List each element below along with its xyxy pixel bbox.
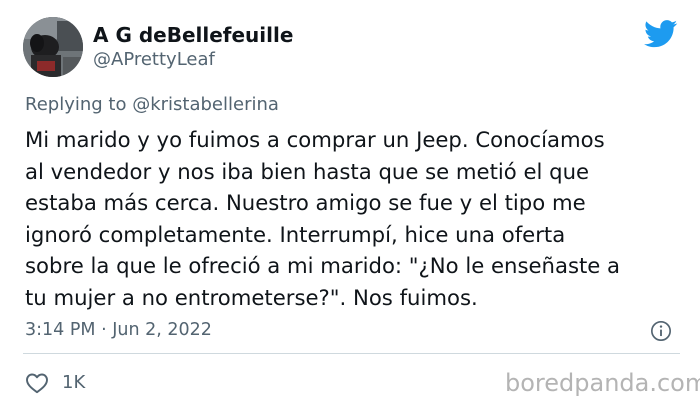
replying-to-line: Replying to @kristabellerina <box>25 93 279 117</box>
author-handle[interactable]: @APrettyLeaf <box>93 49 215 71</box>
tweet-timestamp[interactable]: 3:14 PM · Jun 2, 2022 <box>25 318 212 342</box>
tweet-body-line: Mi marido y yo fuimos a comprar un Jeep.… <box>25 127 605 152</box>
info-icon[interactable] <box>650 320 672 342</box>
watermark-text: boredpanda.com <box>505 369 700 397</box>
author-display-name[interactable]: A G deBellefeuille <box>93 23 293 47</box>
tweet-card: A G deBellefeuille @APrettyLeaf Replying… <box>0 0 700 410</box>
tweet-body-line: tu mujer a no entrometerse?". Nos fuimos… <box>25 284 478 310</box>
tweet-body-line: sobre la que le ofreció a mi marido: "¿N… <box>25 253 621 279</box>
tweet-body: Mi marido y yo fuimos a comprar un Jeep.… <box>25 124 680 314</box>
divider <box>23 353 680 354</box>
replying-to-mention[interactable]: @kristabellerina <box>132 94 279 115</box>
heart-icon[interactable] <box>25 372 49 394</box>
tweet-body-line: estaba más cerca. Nuestro amigo se fue y… <box>25 190 586 216</box>
twitter-bird-icon[interactable] <box>644 20 678 48</box>
avatar[interactable] <box>23 17 83 77</box>
tweet-body-line: ignoró completamente. Interrumpí, hice u… <box>25 221 566 247</box>
replying-to-prefix: Replying to <box>25 94 127 115</box>
tweet-body-line: al vendedor y nos iba bien hasta que se … <box>25 158 590 184</box>
avatar-photo <box>23 17 83 77</box>
like-count[interactable]: 1K <box>62 371 85 395</box>
